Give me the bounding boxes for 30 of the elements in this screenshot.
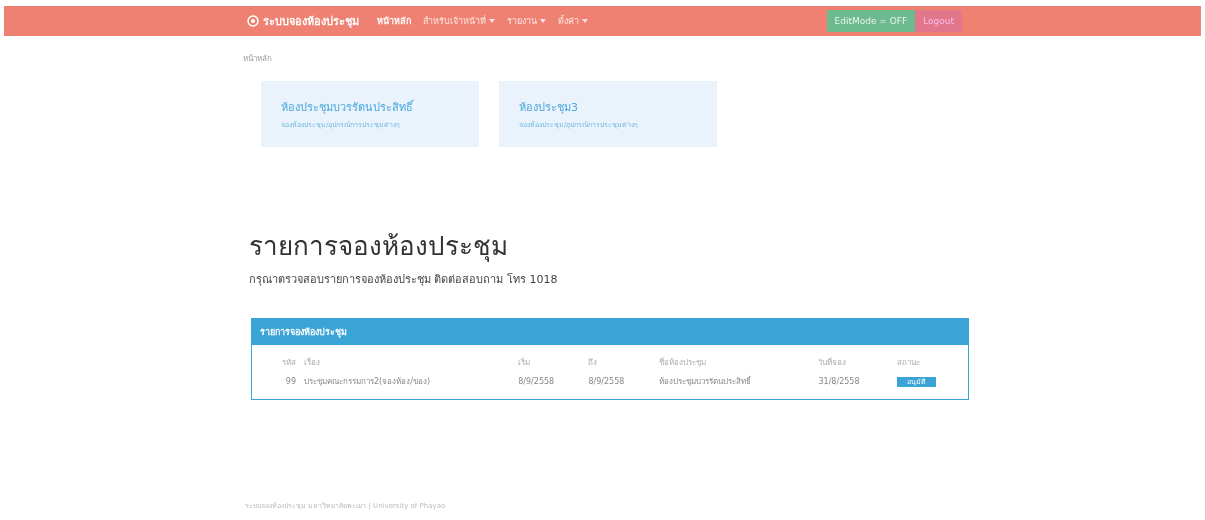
page-heading: รายการจองห้องประชุม bbox=[249, 230, 509, 264]
table-cell: ห้องประชุมบวรรัตนประสิทธิ์ bbox=[658, 377, 751, 386]
table-cell: 31/8/2558 bbox=[818, 377, 860, 386]
column-header: ถึง bbox=[587, 357, 599, 369]
panel-title: รายการจองห้องประชุม bbox=[260, 327, 347, 337]
column-header: เริ่ม bbox=[517, 356, 532, 369]
circle-icon bbox=[247, 15, 259, 27]
column-header: เรื่อง bbox=[303, 356, 321, 369]
caret-icon bbox=[582, 19, 588, 23]
room-title: ห้องประชุม3 bbox=[519, 100, 579, 116]
breadcrumb-link[interactable]: หน้าหลัก bbox=[243, 52, 272, 65]
column-header: รหัส bbox=[281, 357, 297, 369]
caret-icon bbox=[540, 19, 546, 23]
caret-icon bbox=[489, 19, 495, 23]
column-header: ชื่อห้องประชุม bbox=[657, 356, 707, 369]
table-cell: 8/9/2558 bbox=[518, 377, 555, 386]
nav-link[interactable]: รายงาน bbox=[507, 14, 546, 28]
table-cell: 8/9/2558 bbox=[588, 377, 625, 386]
table-cell: 99 bbox=[285, 377, 296, 386]
logout-button[interactable]: Logout bbox=[915, 10, 962, 32]
brand-link[interactable]: ระบบจองห้องประชุม bbox=[247, 12, 359, 30]
column-header: สถานะ bbox=[895, 357, 921, 369]
nav-link[interactable]: สำหรับเจ้าหน้าที่ bbox=[423, 14, 495, 28]
page-subheading: กรุณาตรวจสอบรายการจองห้องประชุม ติดต่อสอบถาม โทร 1018 bbox=[249, 272, 559, 288]
nav-link[interactable]: หน้าหลัก bbox=[377, 14, 411, 28]
table-cell: ประชุมคณะกรรมการ2(จองห้อง/ของ) bbox=[304, 377, 431, 386]
nav-link[interactable]: ตั้งค่า bbox=[558, 14, 588, 28]
edit-mode-button[interactable]: EditMode = OFF bbox=[826, 10, 916, 32]
room-title: ห้องประชุมบวรรัตนประสิทธิ์ bbox=[281, 98, 415, 116]
column-header: วันที่จอง bbox=[817, 356, 848, 369]
